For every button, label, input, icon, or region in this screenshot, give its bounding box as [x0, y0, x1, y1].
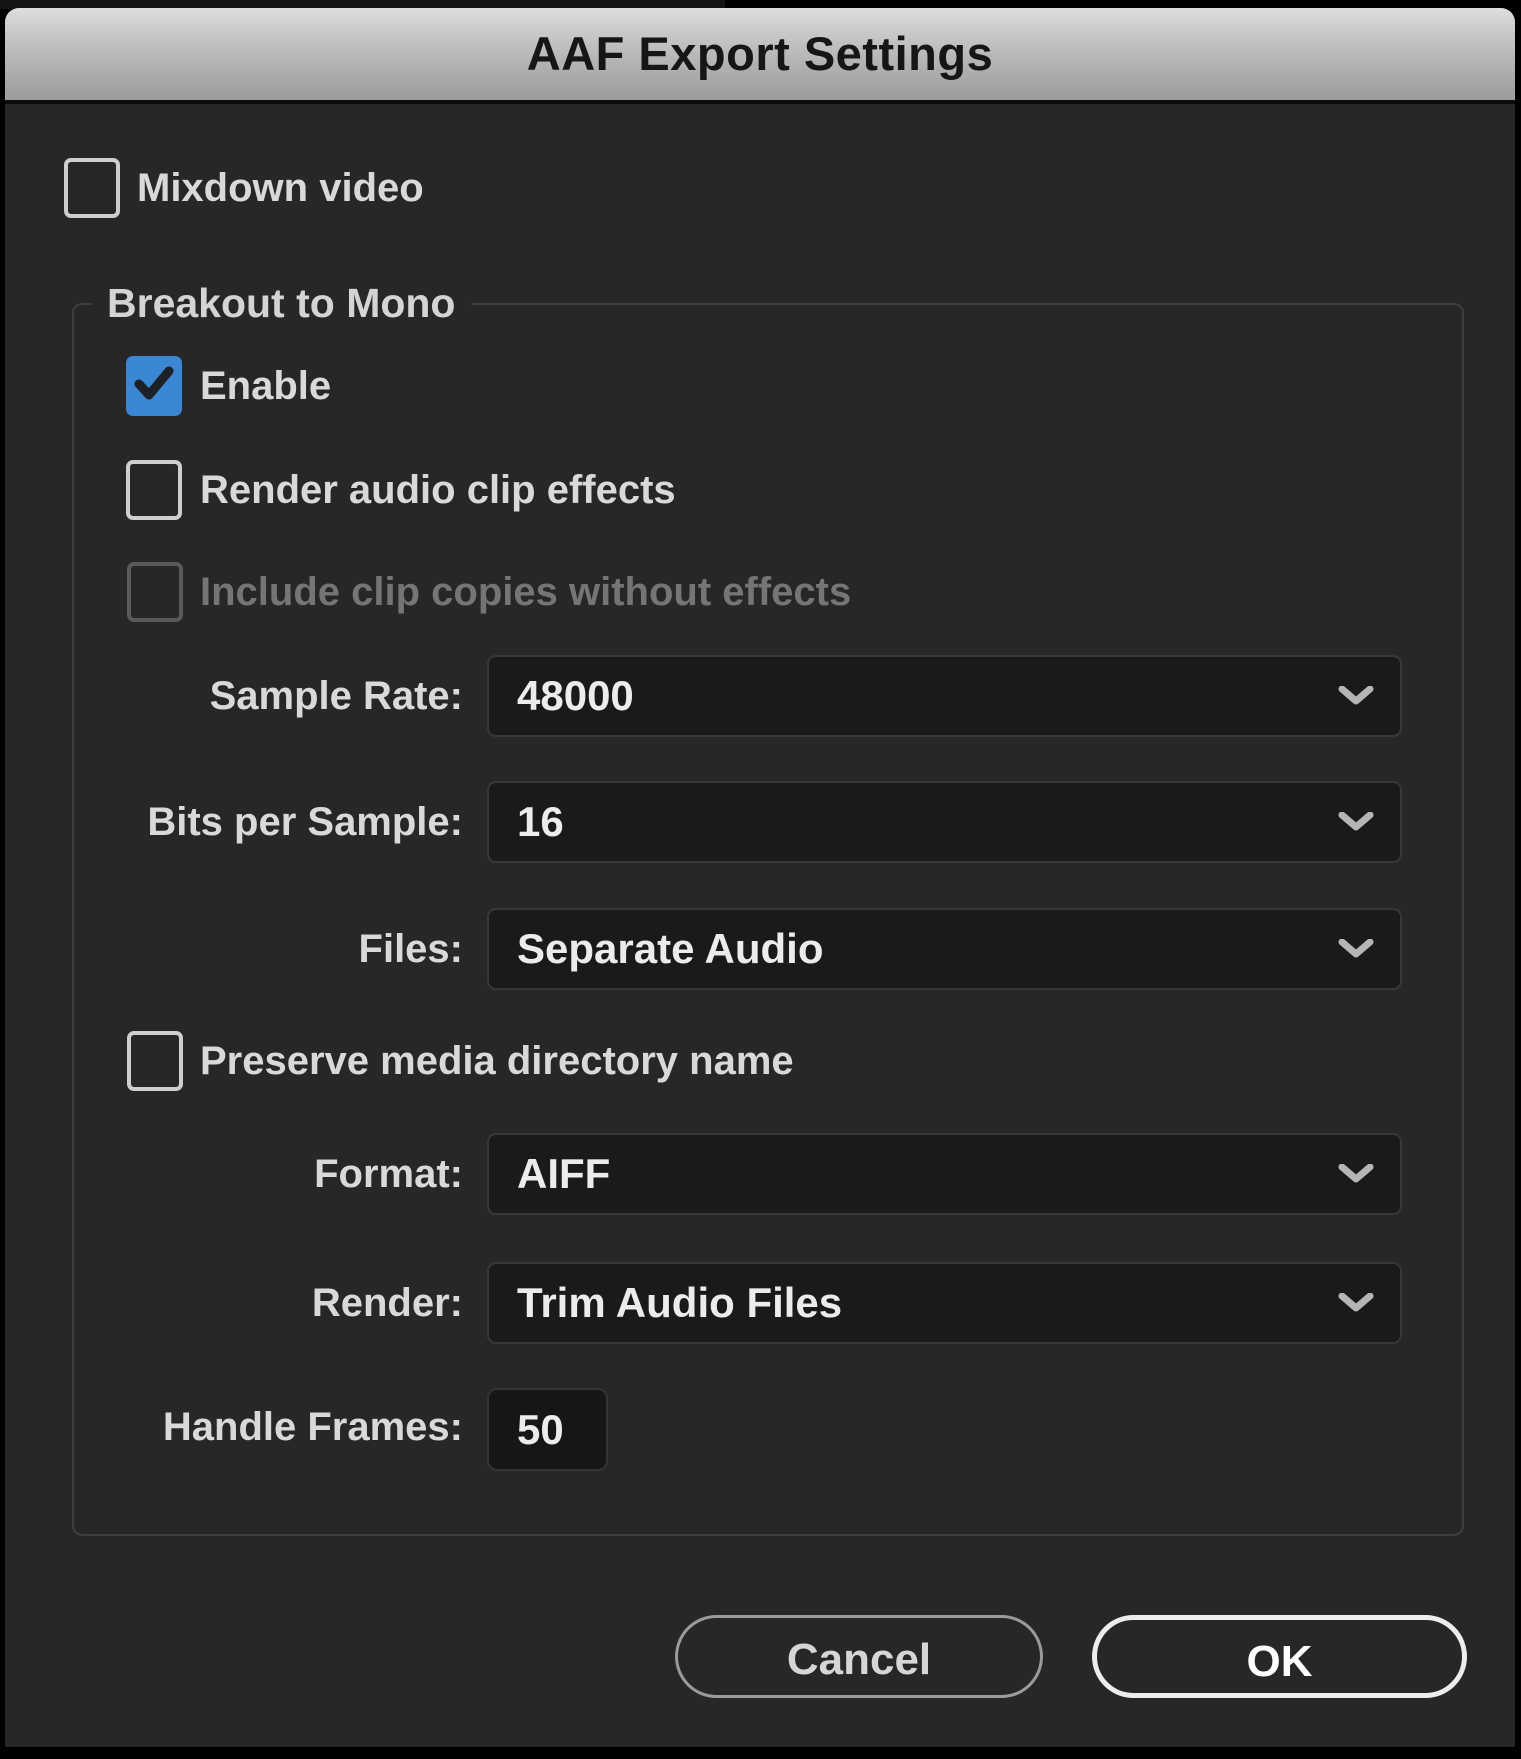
mixdown-video-label: Mixdown video [137, 158, 424, 218]
ok-button[interactable]: OK [1092, 1615, 1467, 1698]
mixdown-video-checkbox[interactable] [64, 158, 120, 218]
breakout-to-mono-legend: Breakout to Mono [91, 280, 471, 326]
handle-frames-value: 50 [517, 1390, 564, 1469]
screenshot-root: AAF Export Settings Mixdown video Breako… [0, 0, 1521, 1759]
cancel-button[interactable]: Cancel [675, 1615, 1043, 1698]
chevron-down-icon [1338, 939, 1374, 959]
preserve-media-directory-checkbox[interactable] [127, 1031, 183, 1091]
format-label: Format: [65, 1133, 463, 1215]
dialog-title: AAF Export Settings [5, 8, 1515, 100]
preserve-media-directory-label: Preserve media directory name [200, 1031, 794, 1091]
files-label: Files: [65, 908, 463, 990]
render-label: Render: [65, 1262, 463, 1344]
dialog-titlebar[interactable]: AAF Export Settings [5, 8, 1515, 104]
render-dropdown[interactable]: Trim Audio Files [487, 1262, 1402, 1344]
include-clip-copies-label: Include clip copies without effects [200, 562, 851, 622]
handle-frames-input[interactable]: 50 [487, 1388, 608, 1471]
bits-per-sample-label: Bits per Sample: [65, 781, 463, 863]
chevron-down-icon [1338, 1293, 1374, 1313]
render-value: Trim Audio Files [517, 1264, 842, 1342]
files-dropdown[interactable]: Separate Audio [487, 908, 1402, 990]
render-audio-clip-effects-label: Render audio clip effects [200, 460, 676, 520]
include-clip-copies-checkbox [127, 562, 183, 622]
sample-rate-label: Sample Rate: [65, 655, 463, 737]
enable-label: Enable [200, 356, 331, 416]
check-icon [132, 364, 176, 404]
bits-per-sample-value: 16 [517, 783, 564, 861]
sample-rate-value: 48000 [517, 657, 634, 735]
format-value: AIFF [517, 1135, 610, 1213]
handle-frames-label: Handle Frames: [65, 1386, 463, 1468]
bits-per-sample-dropdown[interactable]: 16 [487, 781, 1402, 863]
format-dropdown[interactable]: AIFF [487, 1133, 1402, 1215]
files-value: Separate Audio [517, 910, 824, 988]
chevron-down-icon [1338, 686, 1374, 706]
chevron-down-icon [1338, 812, 1374, 832]
enable-checkbox[interactable] [126, 356, 182, 416]
aaf-export-settings-dialog: AAF Export Settings Mixdown video Breako… [5, 8, 1515, 1747]
chevron-down-icon [1338, 1164, 1374, 1184]
sample-rate-dropdown[interactable]: 48000 [487, 655, 1402, 737]
render-audio-clip-effects-checkbox[interactable] [126, 460, 182, 520]
